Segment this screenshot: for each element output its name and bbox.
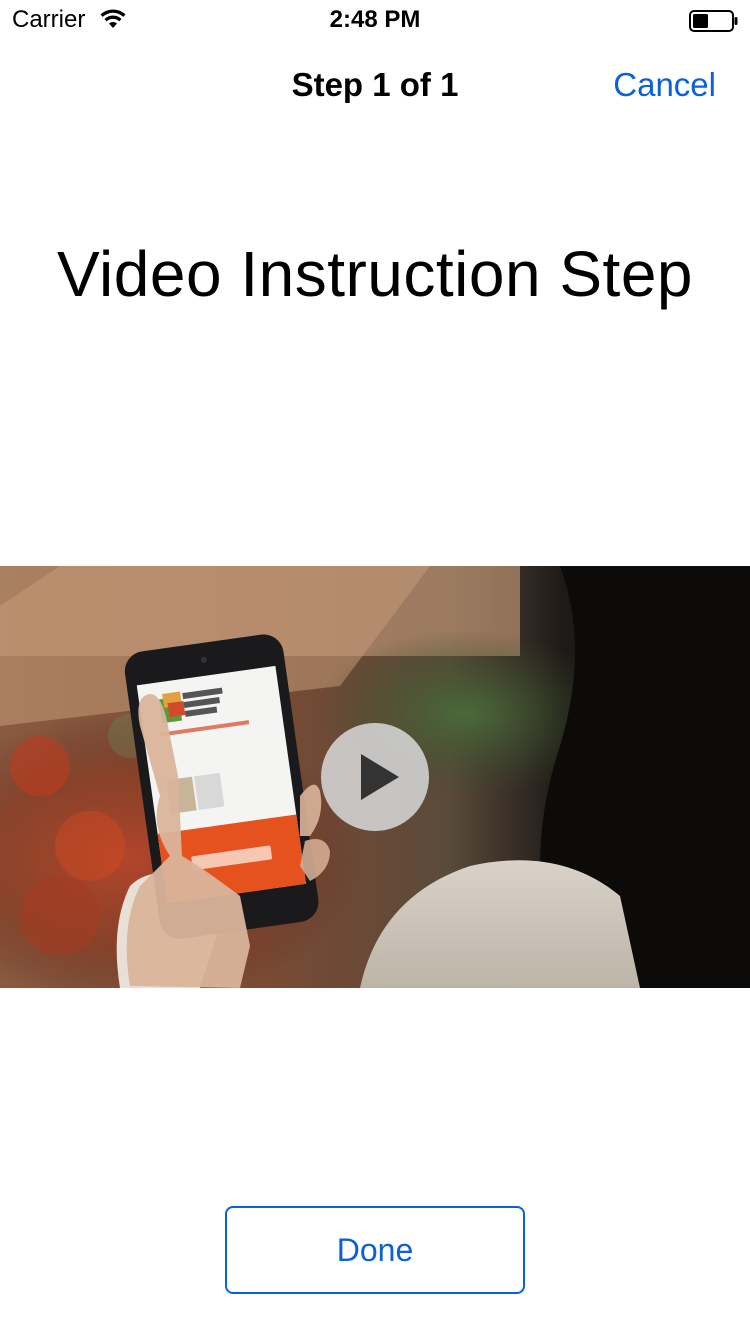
screen: Carrier 2:48 PM Step 1 of 1 Cancel Video…	[0, 0, 750, 1334]
video-player[interactable]	[0, 566, 750, 988]
step-title: Video Instruction Step	[57, 238, 693, 310]
status-bar: Carrier 2:48 PM	[0, 0, 750, 40]
play-icon	[361, 754, 399, 800]
battery-icon	[689, 10, 738, 32]
play-button[interactable]	[321, 723, 429, 831]
done-button[interactable]: Done	[225, 1206, 525, 1294]
clock: 2:48 PM	[329, 6, 421, 33]
navigation-bar: Step 1 of 1 Cancel	[0, 40, 750, 128]
cancel-button[interactable]: Cancel	[613, 66, 716, 104]
